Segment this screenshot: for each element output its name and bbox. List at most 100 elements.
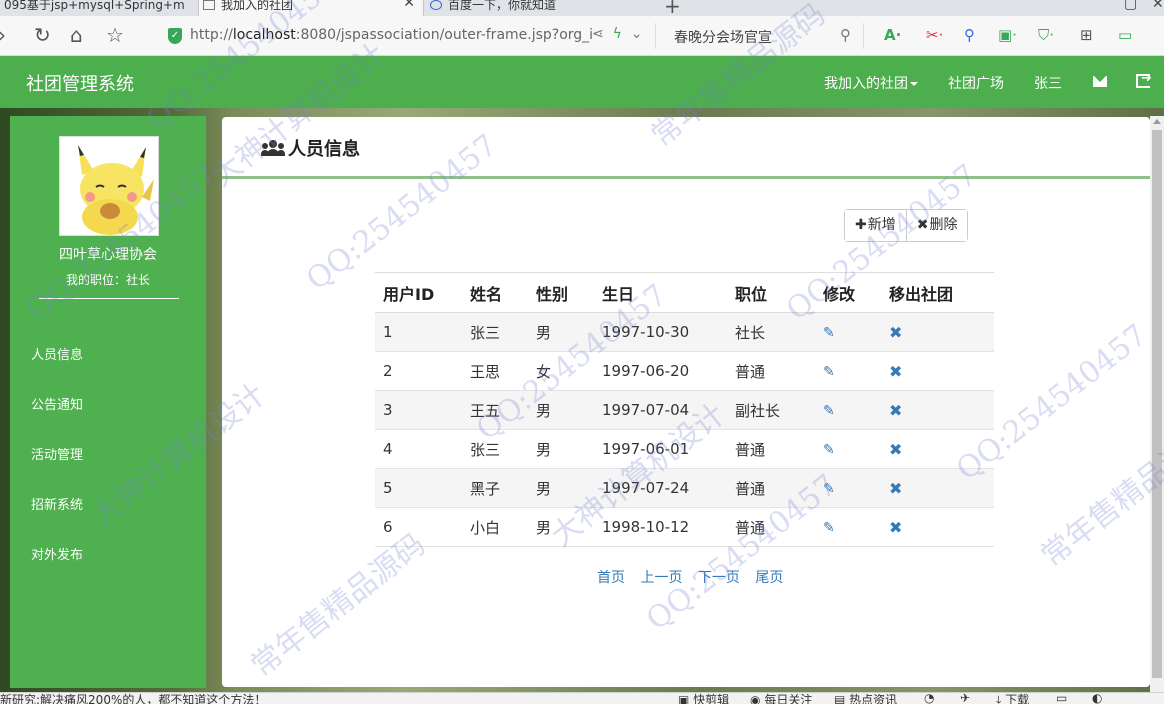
search-field[interactable]: 春晚分会场官宣 ⚲ <box>664 23 864 49</box>
user-name-link[interactable]: 张三 <box>1034 73 1062 93</box>
last-page-link[interactable]: 尾页 <box>755 570 783 586</box>
mail-icon[interactable] <box>1093 76 1107 87</box>
sidebar-item-notices[interactable]: 公告通知 <box>31 394 83 413</box>
role-cell: 普通 <box>727 507 815 547</box>
my-clubs-dropdown[interactable]: 我加入的社团 <box>824 73 918 93</box>
prev-page-link[interactable]: 上一页 <box>640 570 682 586</box>
name-cell: 黑子 <box>462 468 528 508</box>
user-id-cell: 4 <box>375 429 462 469</box>
name-cell: 张三 <box>462 429 528 469</box>
paw-icon <box>430 0 442 10</box>
browser-tab-strip: 095基于jsp+mysql+Spring+m 我加入的社团 ✕ 百度一下，你就… <box>0 0 1164 16</box>
vertical-scrollbar[interactable] <box>1150 116 1164 692</box>
pencil-icon[interactable]: ✎ <box>823 325 835 341</box>
edit-cell: ✎ <box>815 507 881 547</box>
remove-cell: ✖ <box>881 429 994 469</box>
remove-icon[interactable]: ✖ <box>889 401 902 420</box>
scroll-up-icon[interactable] <box>1153 119 1161 124</box>
birthday-cell: 1997-07-04 <box>594 390 727 430</box>
hot-news-link[interactable]: ▤ 热点资讯 <box>834 693 897 704</box>
remove-cell: ✖ <box>881 507 994 547</box>
settings-icon[interactable]: ◐ <box>1092 693 1102 704</box>
club-name: 四叶草心理协会 <box>59 247 157 263</box>
plus-icon: ✚ <box>855 217 867 233</box>
sidebar-item-members[interactable]: 人员信息 <box>31 344 83 363</box>
pencil-icon[interactable]: ✎ <box>823 520 835 536</box>
remove-icon[interactable]: ✖ <box>889 479 902 498</box>
next-page-link[interactable]: 下一页 <box>698 570 740 586</box>
club-plaza-link[interactable]: 社团广场 <box>948 73 1004 93</box>
gender-cell: 男 <box>528 429 594 469</box>
browser-tab-active[interactable]: 我加入的社团 ✕ <box>198 0 424 16</box>
pencil-icon[interactable]: ✎ <box>823 403 835 419</box>
scrollbar-thumb[interactable] <box>1152 130 1162 678</box>
remove-icon[interactable]: ✖ <box>889 362 902 381</box>
download-link[interactable]: ⤓ 下载 <box>996 693 1029 704</box>
bolt-icon[interactable]: ϟ <box>613 26 622 42</box>
refresh-icon[interactable]: ↻ <box>34 24 51 46</box>
remove-icon[interactable]: ✖ <box>889 440 902 459</box>
shield-ext-icon[interactable]: ⛉· <box>1038 26 1054 44</box>
new-tab-icon[interactable]: + <box>664 0 681 16</box>
back-icon[interactable]: › <box>0 24 6 46</box>
pin-icon[interactable]: ✈ <box>960 693 970 704</box>
birthday-cell: 1998-10-12 <box>594 507 727 547</box>
url-text: http://localhost:8080/jspassociation/out… <box>190 27 594 43</box>
scissors-icon[interactable]: ✂· <box>926 26 943 44</box>
table-row: 3 王五 男 1997-07-04 副社长 ✎ ✖ <box>375 390 994 430</box>
pencil-icon[interactable]: ✎ <box>823 364 835 380</box>
magnifier-icon[interactable]: ⚲ <box>964 26 975 44</box>
grid-icon[interactable]: ⊞ <box>1080 26 1093 44</box>
divider <box>39 298 179 299</box>
speed-icon[interactable]: ◔ <box>924 693 934 704</box>
logout-icon[interactable] <box>1136 71 1152 88</box>
star-icon[interactable]: ☆ <box>106 24 124 46</box>
close-window-icon[interactable]: ✕ <box>1152 0 1164 12</box>
gender-cell: 男 <box>528 507 594 547</box>
add-member-button[interactable]: ✚新增 <box>845 210 906 241</box>
remove-cell: ✖ <box>881 351 994 391</box>
translate-icon[interactable]: A· <box>884 26 901 44</box>
name-cell: 小白 <box>462 507 528 547</box>
chevron-down-icon[interactable]: ⌄ <box>631 26 643 42</box>
role-cell: 普通 <box>727 468 815 508</box>
search-icon[interactable]: ⚲ <box>840 26 851 44</box>
edit-cell: ✎ <box>815 468 881 508</box>
role-cell: 副社长 <box>727 390 815 430</box>
url-field[interactable]: ✓ http://localhost:8080/jspassociation/o… <box>160 23 656 49</box>
remove-cell: ✖ <box>881 312 994 352</box>
share-icon[interactable]: ⋖ <box>592 26 604 42</box>
browser-tab[interactable]: 百度一下，你就知道 <box>426 0 658 16</box>
browser-tab[interactable]: 095基于jsp+mysql+Spring+m <box>0 0 196 16</box>
pencil-icon[interactable]: ✎ <box>823 442 835 458</box>
game-icon[interactable]: ▣· <box>998 26 1017 44</box>
role-cell: 社长 <box>727 312 815 352</box>
delete-member-button[interactable]: ✖删除 <box>905 210 968 241</box>
battery-icon[interactable]: ▭ <box>1118 26 1132 44</box>
column-header: 修改 <box>815 272 881 313</box>
name-cell: 王思 <box>462 351 528 391</box>
daily-focus-link[interactable]: ◉ 每日关注 <box>750 693 812 704</box>
tab-title: 095基于jsp+mysql+Spring+m <box>4 0 185 12</box>
user-id-cell: 6 <box>375 507 462 547</box>
quick-clip-link[interactable]: ▣ 快剪辑 <box>678 693 729 704</box>
remove-icon[interactable]: ✖ <box>889 518 902 537</box>
minimize-icon[interactable]: ▢ <box>1124 0 1137 12</box>
sidebar-item-publish[interactable]: 对外发布 <box>31 544 83 563</box>
brand-title[interactable]: 社团管理系统 <box>26 70 134 96</box>
sidebar-item-activities[interactable]: 活动管理 <box>31 444 83 463</box>
play-icon: ◉ <box>750 693 761 704</box>
remove-icon[interactable]: ✖ <box>889 323 902 342</box>
user-id-cell: 1 <box>375 312 462 352</box>
pagination: 首页 上一页 下一页 尾页 <box>597 567 794 587</box>
sidebar-item-recruitment[interactable]: 招新系统 <box>31 494 83 513</box>
home-icon[interactable]: ⌂ <box>70 24 83 46</box>
column-header: 生日 <box>594 272 727 313</box>
pencil-icon[interactable]: ✎ <box>823 481 835 497</box>
close-icon[interactable]: ✕ <box>403 0 415 10</box>
window-icon[interactable]: ▭ <box>1056 693 1067 704</box>
column-header: 职位 <box>727 272 815 313</box>
first-page-link[interactable]: 首页 <box>597 570 625 586</box>
search-text: 春晚分会场官宣 <box>674 30 772 46</box>
news-ticker[interactable]: 新研究:解决痛风200%的人，都不知道这个方法！ <box>0 693 266 704</box>
